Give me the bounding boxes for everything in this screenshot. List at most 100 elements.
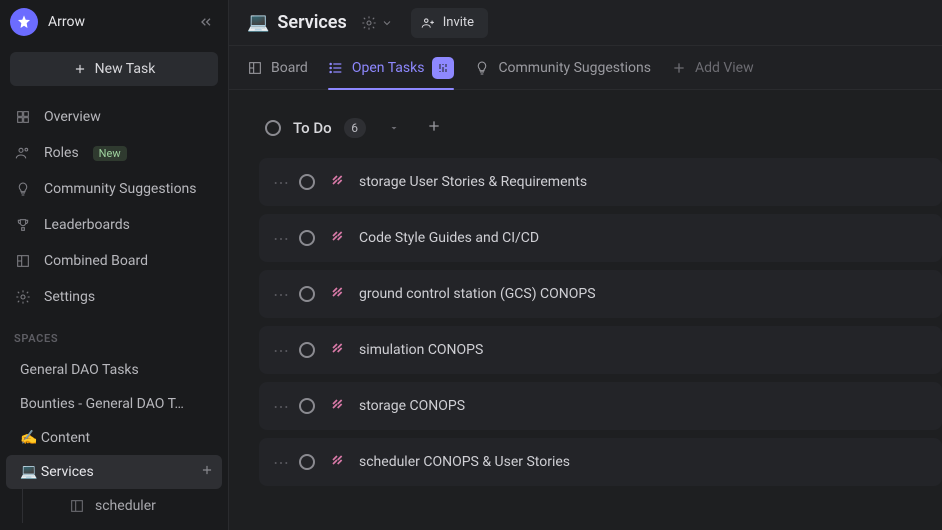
nav-label: Overview [44, 109, 101, 125]
tab-label: Board [271, 60, 308, 76]
subspace-label: scheduler [95, 498, 156, 514]
tab-community-suggestions[interactable]: Community Suggestions [474, 46, 651, 89]
priority-icon[interactable] [329, 452, 345, 472]
tab-board[interactable]: Board [247, 46, 308, 89]
workspace-header: Arrow [0, 0, 228, 44]
plus-icon [73, 62, 87, 76]
sidebar-nav: Overview Roles New Community Suggestions… [0, 100, 228, 314]
status-circle-icon[interactable] [299, 286, 315, 302]
space-label: Bounties - General DAO T… [20, 396, 184, 412]
nav-label: Combined Board [44, 253, 148, 269]
collapse-sidebar-button[interactable] [194, 10, 218, 34]
group-name: To Do [293, 119, 332, 137]
invite-label: Invite [443, 15, 474, 30]
users-icon [14, 144, 32, 162]
grid-icon [14, 108, 32, 126]
tab-add-view[interactable]: Add View [671, 46, 754, 89]
sliders-icon [437, 62, 449, 74]
drag-handle-icon[interactable]: ⋯ [273, 229, 285, 248]
new-task-label: New Task [95, 61, 156, 77]
spaces-list: General DAO Tasks Bounties - General DAO… [0, 353, 228, 523]
view-tabs: Board Open Tasks Community Suggestions A… [229, 46, 942, 90]
page-settings-button[interactable] [361, 15, 393, 31]
space-label: General DAO Tasks [20, 362, 139, 378]
task-title: storage User Stories & Requirements [359, 174, 587, 190]
page-title: 💻 Services [247, 12, 347, 33]
task-row[interactable]: ⋯ storage CONOPS [259, 382, 942, 430]
page-title-text: Services [277, 12, 346, 33]
task-title: storage CONOPS [359, 398, 465, 414]
space-general-dao-tasks[interactable]: General DAO Tasks [6, 353, 222, 387]
add-subspace-button[interactable] [200, 463, 214, 481]
group-header-todo[interactable]: To Do 6 [259, 112, 942, 144]
drag-handle-icon[interactable]: ⋯ [273, 453, 285, 472]
workspace-name[interactable]: Arrow [48, 14, 184, 30]
laptop-icon: 💻 [247, 12, 269, 33]
task-row[interactable]: ⋯ ground control station (GCS) CONOPS [259, 270, 942, 318]
task-row[interactable]: ⋯ scheduler CONOPS & User Stories [259, 438, 942, 486]
drag-handle-icon[interactable]: ⋯ [273, 397, 285, 416]
nav-settings[interactable]: Settings [6, 280, 222, 314]
space-bounties[interactable]: Bounties - General DAO T… [6, 387, 222, 421]
board-icon [247, 60, 263, 76]
space-content[interactable]: ✍️ Content [6, 421, 222, 455]
plus-icon [671, 60, 687, 76]
task-title: scheduler CONOPS & User Stories [359, 454, 570, 470]
nav-leaderboards[interactable]: Leaderboards [6, 208, 222, 242]
gear-icon [361, 15, 377, 31]
filter-chip[interactable] [432, 57, 454, 79]
plus-icon [426, 118, 442, 134]
nav-label: Settings [44, 289, 95, 305]
task-row[interactable]: ⋯ simulation CONOPS [259, 326, 942, 374]
task-row[interactable]: ⋯ storage User Stories & Requirements [259, 158, 942, 206]
nav-overview[interactable]: Overview [6, 100, 222, 134]
new-task-button[interactable]: New Task [10, 52, 218, 86]
group-collapse-button[interactable] [388, 119, 400, 138]
add-task-button[interactable] [426, 118, 442, 138]
drag-handle-icon[interactable]: ⋯ [273, 341, 285, 360]
nav-roles[interactable]: Roles New [6, 136, 222, 170]
priority-icon[interactable] [329, 228, 345, 248]
trophy-icon [14, 216, 32, 234]
priority-icon[interactable] [329, 340, 345, 360]
invite-button[interactable]: Invite [411, 8, 488, 38]
gear-icon [14, 288, 32, 306]
main-panel: 💻 Services Invite Board Open Tasks [229, 0, 942, 530]
tab-label: Community Suggestions [498, 60, 651, 76]
badge-new: New [93, 146, 127, 161]
lightbulb-icon [474, 60, 490, 76]
status-circle-icon[interactable] [299, 454, 315, 470]
spaces-heading: SPACES [0, 314, 228, 353]
space-services[interactable]: 💻 Services [6, 455, 222, 489]
priority-icon[interactable] [329, 284, 345, 304]
task-row[interactable]: ⋯ Code Style Guides and CI/CD [259, 214, 942, 262]
task-title: simulation CONOPS [359, 342, 483, 358]
task-title: ground control station (GCS) CONOPS [359, 286, 596, 302]
space-label: 💻 Services [20, 464, 94, 480]
space-label: ✍️ Content [20, 430, 90, 446]
drag-handle-icon[interactable]: ⋯ [273, 173, 285, 192]
priority-icon[interactable] [329, 172, 345, 192]
tab-label: Add View [695, 60, 754, 76]
status-circle-icon[interactable] [299, 230, 315, 246]
workspace-logo[interactable] [10, 8, 38, 36]
nav-community-suggestions[interactable]: Community Suggestions [6, 172, 222, 206]
chevron-down-icon [381, 17, 393, 29]
status-circle-icon [265, 120, 281, 136]
caret-down-icon [388, 122, 400, 134]
user-plus-icon [421, 16, 435, 30]
star-icon [16, 14, 32, 30]
status-circle-icon[interactable] [299, 174, 315, 190]
priority-icon[interactable] [329, 396, 345, 416]
nav-label: Community Suggestions [44, 181, 197, 197]
drag-handle-icon[interactable]: ⋯ [273, 285, 285, 304]
tab-open-tasks[interactable]: Open Tasks [328, 46, 455, 89]
nav-combined-board[interactable]: Combined Board [6, 244, 222, 278]
plus-icon [200, 463, 214, 477]
subspace-scheduler[interactable]: scheduler [29, 489, 222, 523]
chevron-double-left-icon [198, 14, 214, 30]
tab-label: Open Tasks [352, 60, 425, 76]
status-circle-icon[interactable] [299, 398, 315, 414]
status-circle-icon[interactable] [299, 342, 315, 358]
board-icon [14, 252, 32, 270]
